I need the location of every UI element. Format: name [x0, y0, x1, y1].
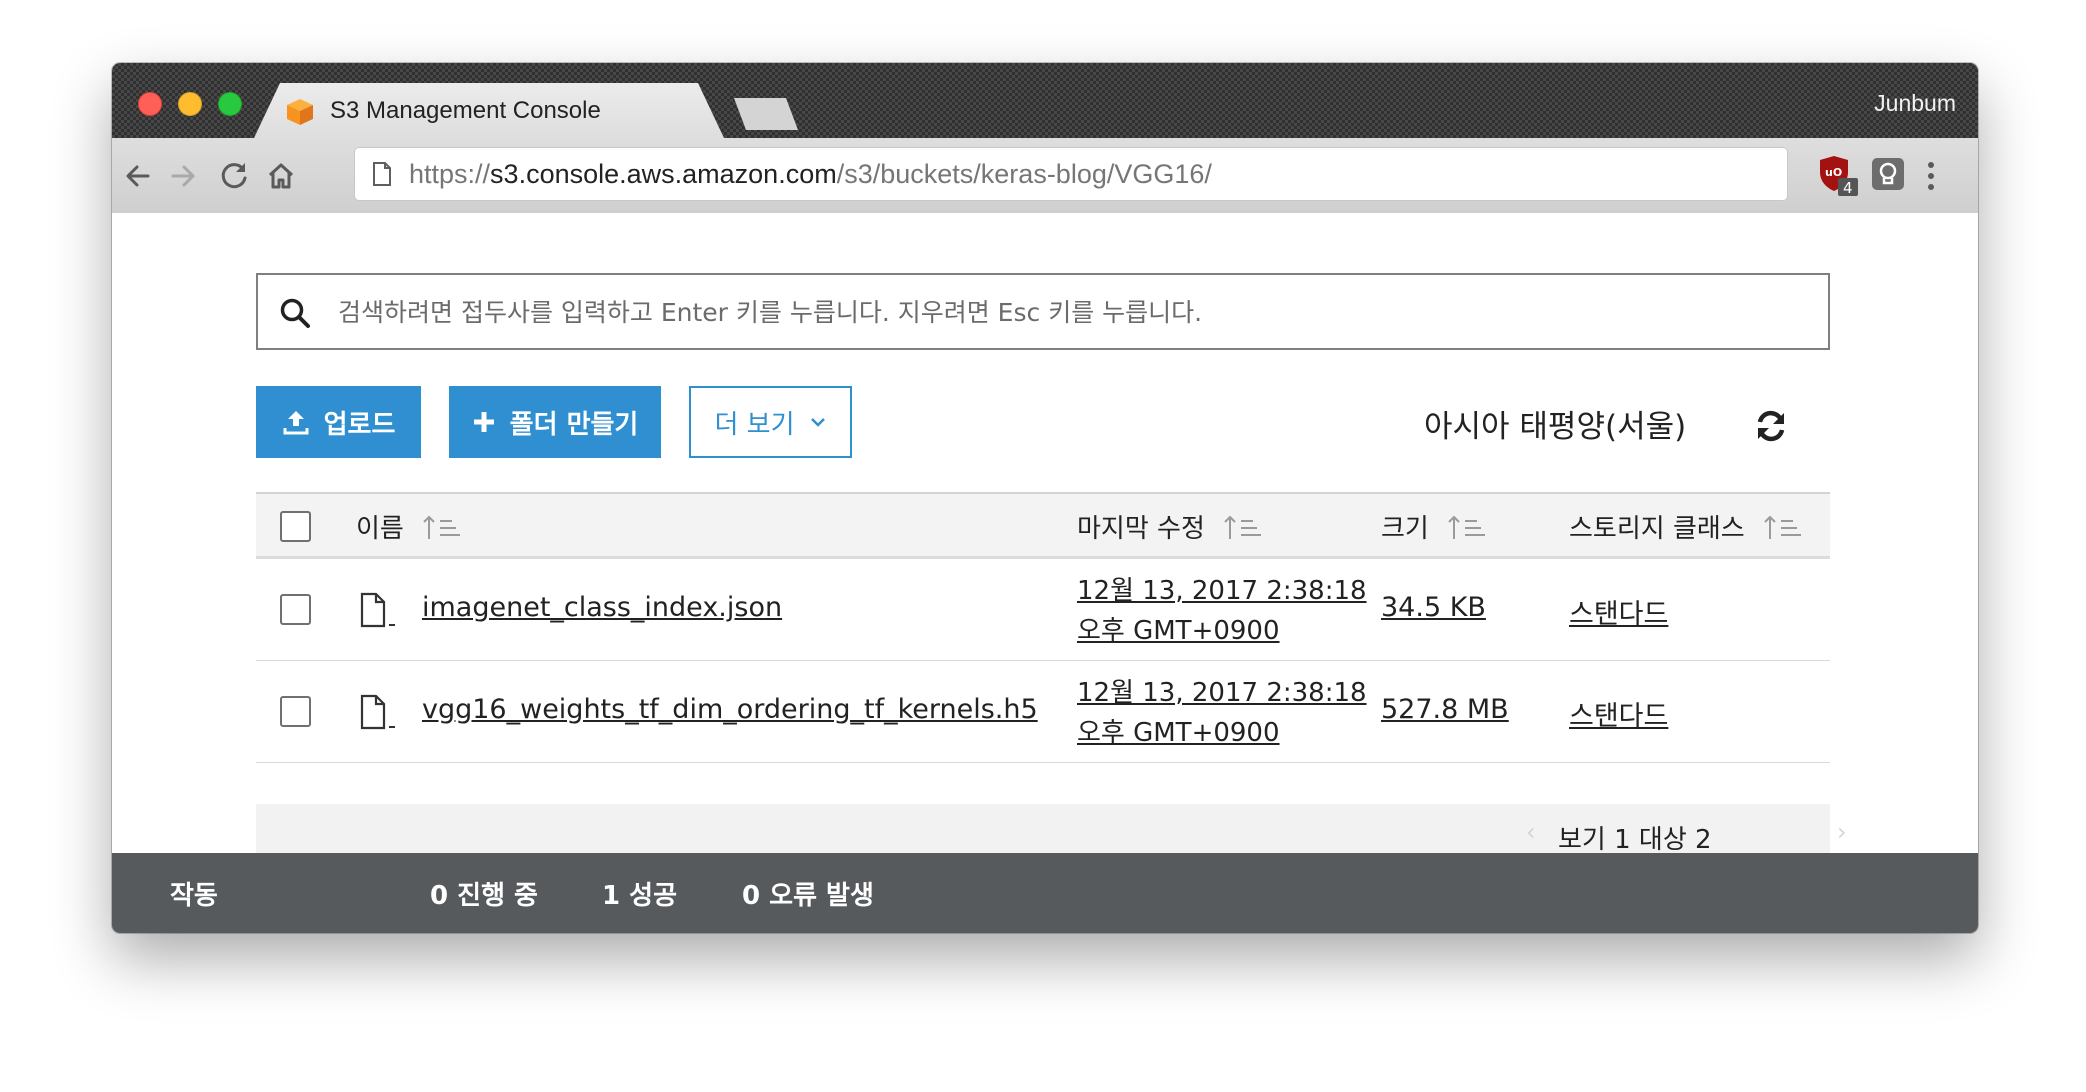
storage-class[interactable]: 스탠다드	[1569, 694, 1668, 733]
reload-button[interactable]	[214, 156, 254, 196]
sort-icon[interactable]	[1763, 513, 1803, 541]
lightbulb-extension-icon[interactable]	[1870, 156, 1906, 194]
file-name-link[interactable]: vgg16_weights_tf_dim_ordering_tf_kernels…	[422, 694, 1038, 725]
address-bar[interactable]: https://s3.console.aws.amazon.com/s3/buc…	[355, 148, 1787, 200]
tab-strip: S3 Management Console × Junbum	[112, 63, 1978, 138]
browser-window: S3 Management Console × Junbum https://s…	[112, 63, 1978, 933]
close-tab-icon[interactable]: ×	[796, 109, 826, 139]
s3-content: 업로드 폴더 만들기 더 보기 아시아 태평양(서울)	[112, 213, 1978, 864]
row-checkbox[interactable]	[280, 594, 311, 625]
upload-icon	[282, 408, 310, 436]
create-folder-button-label: 폴더 만들기	[509, 409, 639, 440]
more-actions-label: 더 보기	[714, 409, 795, 440]
pagination-text: 보기 1 대상 2	[1558, 825, 1712, 855]
browser-tab-s3[interactable]: S3 Management Console ×	[254, 83, 724, 138]
sort-icon[interactable]	[1223, 513, 1263, 541]
home-button[interactable]	[261, 156, 301, 196]
url-scheme: https://	[409, 159, 491, 189]
storage-class[interactable]: 스탠다드	[1569, 592, 1668, 631]
s3-cube-icon	[287, 99, 313, 125]
file-icon	[360, 694, 395, 730]
extension-badge-count: 4	[1843, 179, 1853, 197]
table-header: 이름 마지막 수정 크기 스토리지 클래스	[256, 492, 1830, 559]
zoom-window-button[interactable]	[218, 92, 242, 116]
browser-toolbar: https://s3.console.aws.amazon.com/s3/buc…	[112, 138, 1978, 214]
file-icon	[360, 592, 395, 628]
file-size[interactable]: 527.8 MB	[1381, 694, 1509, 725]
profile-name[interactable]: Junbum	[1874, 90, 1956, 117]
sort-icon[interactable]	[422, 513, 462, 541]
operations-status-bar: 작동 0 진행 중 1 성공 0 오류 발생	[112, 853, 1978, 933]
upload-button[interactable]: 업로드	[256, 386, 421, 458]
row-checkbox[interactable]	[280, 696, 311, 727]
operations-label[interactable]: 작동	[170, 875, 218, 912]
shield-extension-icon[interactable]: uO 4	[1816, 154, 1860, 198]
forward-icon	[171, 165, 195, 187]
column-header-last-modified-label: 마지막 수정	[1077, 514, 1205, 544]
column-header-storage-class[interactable]: 스토리지 클래스	[1569, 508, 1803, 545]
create-folder-button[interactable]: 폴더 만들기	[449, 386, 661, 458]
svg-text:uO: uO	[1825, 166, 1842, 179]
last-modified-date: 12월 13, 2017 2:38:18	[1077, 576, 1367, 606]
reload-icon	[221, 163, 247, 189]
last-modified-cell[interactable]: 12월 13, 2017 2:38:18 오후 GMT+0900	[1077, 673, 1367, 753]
column-header-size-label: 크기	[1381, 514, 1429, 544]
table-row[interactable]: imagenet_class_index.json 12월 13, 2017 2…	[256, 559, 1830, 661]
search-input[interactable]	[336, 289, 1810, 335]
last-modified-time: 오후 GMT+0900	[1077, 718, 1280, 748]
sort-icon[interactable]	[1447, 513, 1487, 541]
plus-icon	[472, 410, 496, 434]
search-box[interactable]	[256, 273, 1830, 350]
forward-button[interactable]	[163, 156, 203, 196]
url-text: https://s3.console.aws.amazon.com/s3/buc…	[409, 159, 1212, 190]
region-label: 아시아 태평양(서울)	[1424, 409, 1687, 445]
pager-prev-icon[interactable]: ‹	[1526, 818, 1536, 846]
upload-button-label: 업로드	[323, 409, 396, 440]
column-header-last-modified[interactable]: 마지막 수정	[1077, 508, 1263, 545]
in-progress-count[interactable]: 0 진행 중	[430, 875, 538, 912]
close-window-button[interactable]	[138, 92, 162, 116]
tab-title: S3 Management Console	[330, 97, 601, 124]
file-size[interactable]: 34.5 KB	[1381, 592, 1486, 623]
last-modified-time: 오후 GMT+0900	[1077, 616, 1280, 646]
error-count[interactable]: 0 오류 발생	[742, 875, 874, 912]
column-header-storage-class-label: 스토리지 클래스	[1569, 514, 1745, 544]
back-button[interactable]	[118, 156, 158, 196]
page-icon	[373, 162, 391, 186]
column-header-size[interactable]: 크기	[1381, 508, 1487, 545]
url-path: /s3/buckets/keras-blog/VGG16/	[836, 159, 1212, 189]
minimize-window-button[interactable]	[178, 92, 202, 116]
chevron-down-icon	[809, 416, 827, 428]
last-modified-date: 12월 13, 2017 2:38:18	[1077, 678, 1367, 708]
table-row[interactable]: vgg16_weights_tf_dim_ordering_tf_kernels…	[256, 661, 1830, 763]
more-actions-dropdown[interactable]: 더 보기	[689, 386, 852, 458]
back-icon	[126, 165, 150, 187]
column-header-name[interactable]: 이름	[356, 508, 462, 545]
new-tab-button[interactable]	[734, 98, 798, 130]
success-count[interactable]: 1 성공	[602, 875, 677, 912]
menu-kebab-icon[interactable]	[1918, 156, 1944, 196]
refresh-icon[interactable]	[1753, 408, 1789, 444]
url-host: s3.console.aws.amazon.com	[490, 159, 837, 189]
select-all-checkbox[interactable]	[280, 511, 311, 542]
pager-next-icon[interactable]: ›	[1837, 818, 1847, 846]
home-icon	[268, 163, 294, 189]
column-header-name-label: 이름	[356, 514, 404, 544]
file-name-link[interactable]: imagenet_class_index.json	[422, 592, 782, 623]
last-modified-cell[interactable]: 12월 13, 2017 2:38:18 오후 GMT+0900	[1077, 571, 1367, 651]
search-icon	[280, 298, 310, 328]
